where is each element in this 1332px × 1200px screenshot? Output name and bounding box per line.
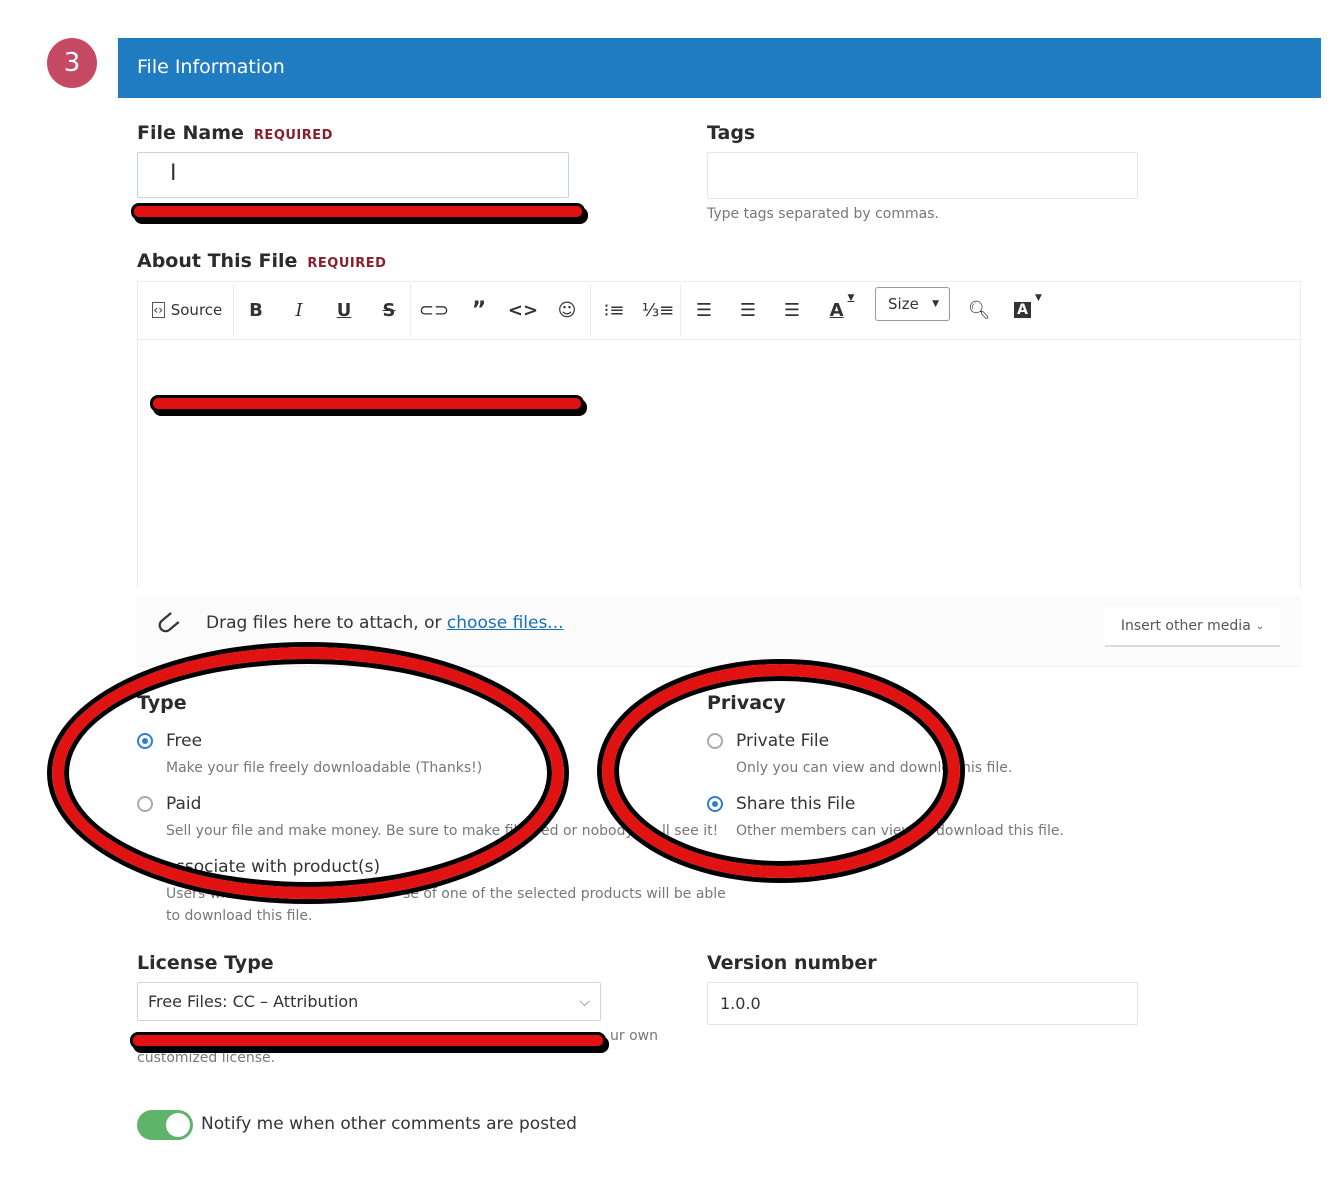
file-name-label-text: File Name [137,122,244,144]
bulleted-list-icon: ⁝≡ [603,299,625,321]
license-type-label: License Type [137,952,274,974]
dropdown-caret-icon: ▼ [1034,293,1042,303]
font-icon: A [1014,302,1031,318]
attach-instructions: Drag files here to attach, or choose fil… [206,613,564,633]
text-cursor-icon: Ⅰ [170,161,177,186]
section-title: File Information [137,56,285,78]
chevron-down-icon: ▼ [932,299,939,309]
bold-icon: B [249,299,263,321]
font-button[interactable]: A ▼ [1008,290,1048,330]
source-label: Source [170,301,223,319]
align-left-icon: ☰ [695,299,713,321]
tags-input[interactable] [707,152,1138,199]
code-button[interactable]: <> [508,290,538,330]
text-color-button[interactable]: A ▼ [824,290,860,330]
notify-toggle[interactable] [137,1110,193,1140]
license-hint: customized license. [137,1050,276,1066]
insert-media-button[interactable]: Insert other media ⌄ [1105,607,1280,647]
numbered-list-button[interactable]: ⅓≡ [641,290,675,330]
toolbar-divider [138,339,1300,340]
align-right-button[interactable]: ☰ [778,290,806,330]
step-number: 3 [63,48,81,78]
file-name-label: File Name REQUIRED [137,122,333,144]
license-type-select[interactable]: Free Files: CC – Attribution ⌵ [137,982,601,1021]
version-number-label: Version number [707,952,877,974]
dropdown-caret-icon: ▼ [847,293,855,303]
align-center-button[interactable]: ☰ [734,290,762,330]
step-number-badge: 3 [47,38,97,88]
align-right-icon: ☰ [783,299,801,321]
file-name-input[interactable]: Ⅰ [137,152,569,198]
italic-button[interactable]: I [285,290,313,330]
license-type-value: Free Files: CC – Attribution [148,992,359,1011]
associate-product-desc-part: se of one of the selected products will … [403,886,726,902]
link-icon: ⊂⊃ [418,299,450,321]
insert-media-label: Insert other media [1120,618,1251,634]
chevron-down-icon: ⌵ [579,993,590,1010]
redaction-mark [130,1032,606,1049]
strikethrough-button[interactable]: S [375,290,403,330]
quote-button[interactable]: ” [465,290,493,330]
privacy-share-desc-part: download this file. [936,823,1064,839]
about-label-text: About This File [137,250,298,272]
preview-button[interactable]: 🔍︎ [965,290,993,330]
attach-text: Drag files here to attach, or [206,613,442,633]
associate-product-desc-part: to download this file. [166,908,313,924]
bold-button[interactable]: B [242,290,270,330]
redaction-mark [150,395,584,412]
bulleted-list-button[interactable]: ⁝≡ [600,290,628,330]
italic-icon: I [295,299,303,321]
font-size-label: Size [888,295,919,313]
required-badge: REQUIRED [307,256,387,271]
notify-label: Notify me when other comments are posted [201,1114,577,1134]
required-badge: REQUIRED [253,128,333,143]
privacy-private-desc-part: his file. [962,760,1013,776]
license-hint-part: ur own [610,1028,658,1044]
tags-label: Tags [707,122,756,144]
annotation-circle [602,664,960,878]
choose-files-link[interactable]: choose files... [447,613,564,633]
emoji-button[interactable]: ☺ [553,290,581,330]
numbered-list-icon: ⅓≡ [641,299,675,321]
tags-hint: Type tags separated by commas. [707,206,939,222]
section-header [118,38,1321,98]
strikethrough-icon: S [382,299,396,321]
quote-icon: ” [471,297,487,323]
version-number-value: 1.0.0 [720,994,761,1013]
toggle-knob [166,1113,190,1137]
code-icon: <> [507,299,539,321]
redaction-mark [131,203,585,220]
type-paid-desc-part: ed or nobody [541,823,634,839]
text-color-icon: A [829,299,844,321]
annotation-circle [52,647,564,899]
align-center-icon: ☰ [739,299,757,321]
align-left-button[interactable]: ☰ [690,290,718,330]
source-icon: ‹› [151,302,165,318]
preview-icon: 🔍︎ [967,299,991,321]
underline-icon: U [336,299,352,321]
about-label: About This File REQUIRED [137,250,386,272]
chevron-down-icon: ⌄ [1255,620,1265,632]
link-button[interactable]: ⊂⊃ [418,290,450,330]
underline-button[interactable]: U [330,290,358,330]
source-button[interactable]: ‹› Source [148,290,226,330]
emoji-icon: ☺ [557,299,577,321]
font-size-dropdown[interactable]: Size ▼ [875,287,950,321]
version-number-input[interactable]: 1.0.0 [707,982,1138,1025]
